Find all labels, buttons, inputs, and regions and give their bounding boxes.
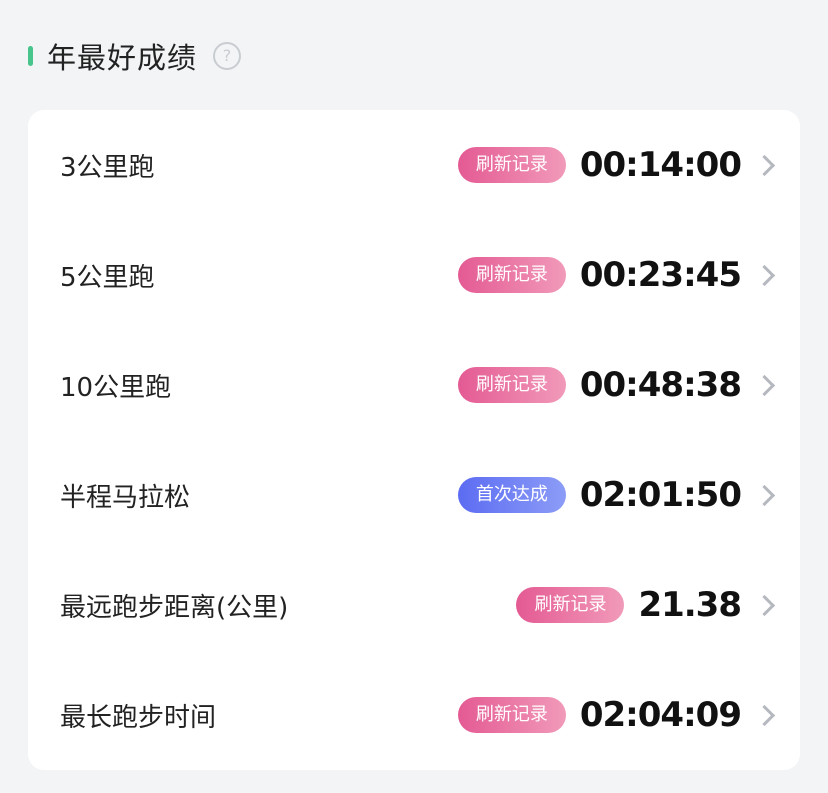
record-value: 02:04:09	[579, 695, 742, 735]
records-card: 3公里跑 刷新记录 00:14:00 5公里跑 刷新记录 00:23:45 10…	[28, 110, 800, 770]
chevron-right-icon	[753, 264, 776, 286]
record-label: 最远跑步距离(公里)	[60, 592, 289, 623]
record-badge: 首次达成	[457, 477, 566, 513]
record-value: 00:48:38	[579, 365, 742, 405]
help-circle-icon[interactable]: ?	[213, 42, 242, 70]
chevron-right-icon	[753, 154, 776, 176]
chevron-right-icon	[753, 374, 776, 396]
section-title: 年最好成绩	[47, 41, 198, 75]
record-badge: 刷新记录	[516, 587, 625, 623]
record-label: 半程马拉松	[60, 482, 191, 513]
record-row-longest-time[interactable]: 最长跑步时间 刷新记录 02:04:09	[28, 660, 800, 770]
record-row-10km[interactable]: 10公里跑 刷新记录 00:48:38	[28, 330, 800, 440]
chevron-right-icon	[753, 594, 776, 616]
record-badge: 刷新记录	[457, 367, 566, 403]
record-row-longest-distance[interactable]: 最远跑步距离(公里) 刷新记录 21.38	[28, 550, 800, 660]
record-row-3km[interactable]: 3公里跑 刷新记录 00:14:00	[28, 110, 800, 220]
chevron-right-icon	[753, 484, 776, 506]
accent-bar	[28, 46, 33, 66]
record-value: 21.38	[638, 585, 742, 625]
record-badge: 刷新记录	[457, 257, 566, 293]
record-value: 00:14:00	[579, 145, 742, 185]
record-label: 最长跑步时间	[60, 702, 217, 733]
record-row-half-marathon[interactable]: 半程马拉松 首次达成 02:01:50	[28, 440, 800, 550]
record-value: 02:01:50	[579, 475, 742, 515]
chevron-right-icon	[753, 704, 776, 726]
record-label: 10公里跑	[60, 372, 172, 403]
record-value: 00:23:45	[579, 255, 742, 295]
record-label: 3公里跑	[60, 152, 155, 183]
record-label: 5公里跑	[60, 262, 155, 293]
section-header: 年最好成绩 ?	[28, 34, 242, 78]
record-row-5km[interactable]: 5公里跑 刷新记录 00:23:45	[28, 220, 800, 330]
record-badge: 刷新记录	[457, 697, 566, 733]
record-badge: 刷新记录	[457, 147, 566, 183]
